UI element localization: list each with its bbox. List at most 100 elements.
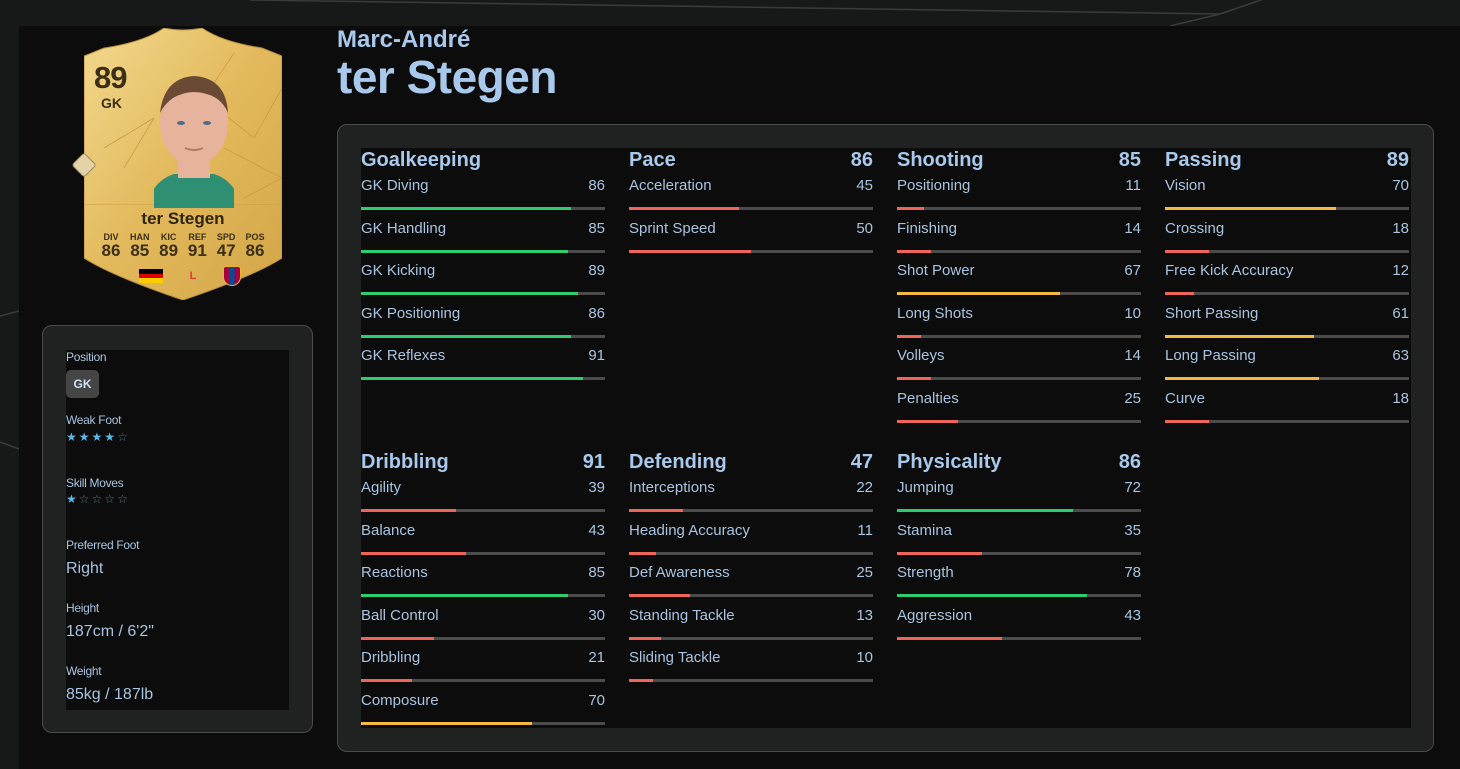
card-stat-div: DIV 86	[97, 232, 125, 260]
attribute-bar-fill	[897, 551, 983, 555]
attribute-text: Volleys 14	[897, 343, 1141, 364]
card-stat-spd: SPD 47	[212, 232, 240, 260]
attribute-text: GK Reflexes 91	[361, 343, 605, 364]
attributes-panel: Goalkeeping GK Diving 86 GK Handling 85 GK Ki…	[337, 124, 1434, 752]
player-photo	[154, 76, 234, 208]
group-total: 85	[1118, 149, 1141, 171]
attribute-value: 14	[1124, 219, 1141, 237]
attribute-name: Finishing	[897, 219, 958, 237]
attribute-value: 18	[1392, 389, 1409, 407]
attribute-bar-fill	[361, 636, 435, 640]
attribute-bar-fill	[897, 594, 1088, 597]
attribute-row: Volleys 14	[897, 343, 1141, 386]
attribute-value: 11	[1125, 177, 1141, 194]
group-total: 89	[1386, 149, 1409, 171]
attribute-row: Aggression 43	[897, 603, 1141, 646]
attribute-text: Acceleration 45	[629, 173, 873, 194]
group-title: Physicality	[897, 451, 1002, 473]
attribute-name: Acceleration	[629, 177, 712, 194]
attribute-value: 12	[1392, 262, 1409, 279]
attribute-row: Penalties 25	[897, 386, 1141, 429]
attribute-text: Aggression 43	[897, 603, 1141, 624]
attribute-text: Curve 18	[1165, 386, 1409, 407]
attribute-row: Sliding Tackle 10	[629, 645, 873, 688]
attribute-row: Acceleration 45	[629, 173, 873, 216]
attribute-value: 18	[1392, 219, 1409, 237]
card-stat-value: 86	[245, 241, 265, 260]
group-total: 86	[850, 149, 873, 171]
group-header: Pace 86	[629, 148, 873, 173]
attribute-bar-fill	[629, 249, 751, 253]
attribute-row: Shot Power 67	[897, 258, 1141, 301]
attribute-row: Standing Tackle 13	[629, 603, 873, 646]
star-filled-icon: ★	[91, 430, 103, 444]
card-overall-rating: 89	[94, 60, 127, 95]
attribute-bar	[897, 207, 1141, 210]
weak-foot-stars: ★ ★ ★ ★ ☆	[66, 431, 128, 443]
attribute-text: Short Passing 61	[1165, 301, 1409, 322]
card-stat-value: 85	[130, 241, 150, 260]
attribute-name: GK Handling	[361, 219, 447, 237]
card-badges: L	[139, 266, 241, 286]
attribute-value: 89	[588, 262, 605, 279]
attribute-row: Curve 18	[1165, 386, 1409, 429]
height-value: 187cm / 6'2"	[66, 623, 154, 640]
attribute-text: Long Passing 63	[1165, 343, 1409, 364]
attribute-bar	[897, 594, 1141, 597]
attribute-bar	[1165, 377, 1409, 380]
star-filled-icon: ★	[78, 430, 90, 444]
attribute-bar	[361, 334, 605, 338]
group-title: Defending	[629, 451, 727, 473]
player-last-name: ter Stegen	[337, 51, 557, 103]
attribute-bar-fill	[361, 679, 413, 682]
attribute-bar-fill	[897, 334, 922, 338]
card-stat-pos: POS 86	[241, 232, 269, 260]
attribute-name: Def Awareness	[629, 564, 730, 581]
attribute-name: Heading Accuracy	[629, 521, 750, 539]
card-stat-han: HAN 85	[126, 232, 154, 260]
group-title: Goalkeeping	[361, 149, 482, 171]
attribute-value: 10	[1124, 304, 1141, 322]
group-total: 91	[582, 451, 605, 473]
attribute-row: Interceptions 22	[629, 475, 873, 518]
attribute-bar	[897, 509, 1141, 512]
fc-barcelona-crest-icon	[223, 266, 241, 286]
attribute-bar-fill	[361, 207, 571, 210]
attribute-bar	[361, 292, 605, 295]
group-header: Passing 89	[1165, 148, 1409, 173]
attribute-text: Interceptions 22	[629, 475, 873, 496]
attribute-bar	[361, 509, 605, 512]
attribute-text: Long Shots 10	[897, 301, 1141, 322]
attribute-row: Agility 39	[361, 475, 605, 518]
attribute-row: Finishing 14	[897, 216, 1141, 259]
attribute-bar-fill	[361, 551, 466, 555]
attribute-value: 10	[856, 649, 873, 666]
attribute-name: Vision	[1165, 177, 1206, 194]
group-header: Physicality 86	[897, 450, 1141, 475]
attribute-bar	[629, 679, 873, 682]
attribute-bar	[1165, 249, 1409, 253]
attribute-name: GK Diving	[361, 177, 429, 194]
attribute-text: Crossing 18	[1165, 216, 1409, 237]
attribute-name: GK Kicking	[361, 262, 436, 279]
attribute-value: 13	[856, 606, 873, 624]
attribute-row: Long Shots 10	[897, 301, 1141, 344]
group-header: Defending 47	[629, 450, 873, 475]
attribute-name: Long Shots	[897, 304, 973, 322]
attribute-bar	[361, 207, 605, 210]
attribute-text: Agility 39	[361, 475, 605, 496]
attribute-text: Ball Control 30	[361, 603, 605, 624]
attribute-bar-fill	[897, 249, 932, 253]
attribute-row: Reactions 85	[361, 560, 605, 603]
attribute-bar-fill	[629, 636, 661, 640]
attribute-row: Dribbling 21	[361, 645, 605, 688]
attribute-group-passing: Passing 89 Vision 70 Crossing 18 Free Kick Acc…	[1165, 148, 1409, 428]
card-stat-value: 47	[216, 241, 236, 260]
attribute-name: Jumping	[897, 479, 954, 496]
attribute-value: 43	[588, 521, 605, 539]
attribute-text: Free Kick Accuracy 12	[1165, 258, 1409, 279]
preferred-foot-label: Preferred Foot	[66, 538, 140, 552]
attribute-text: GK Positioning 86	[361, 301, 605, 322]
attribute-bar-fill	[897, 509, 1073, 512]
attribute-name: Penalties	[897, 389, 959, 407]
